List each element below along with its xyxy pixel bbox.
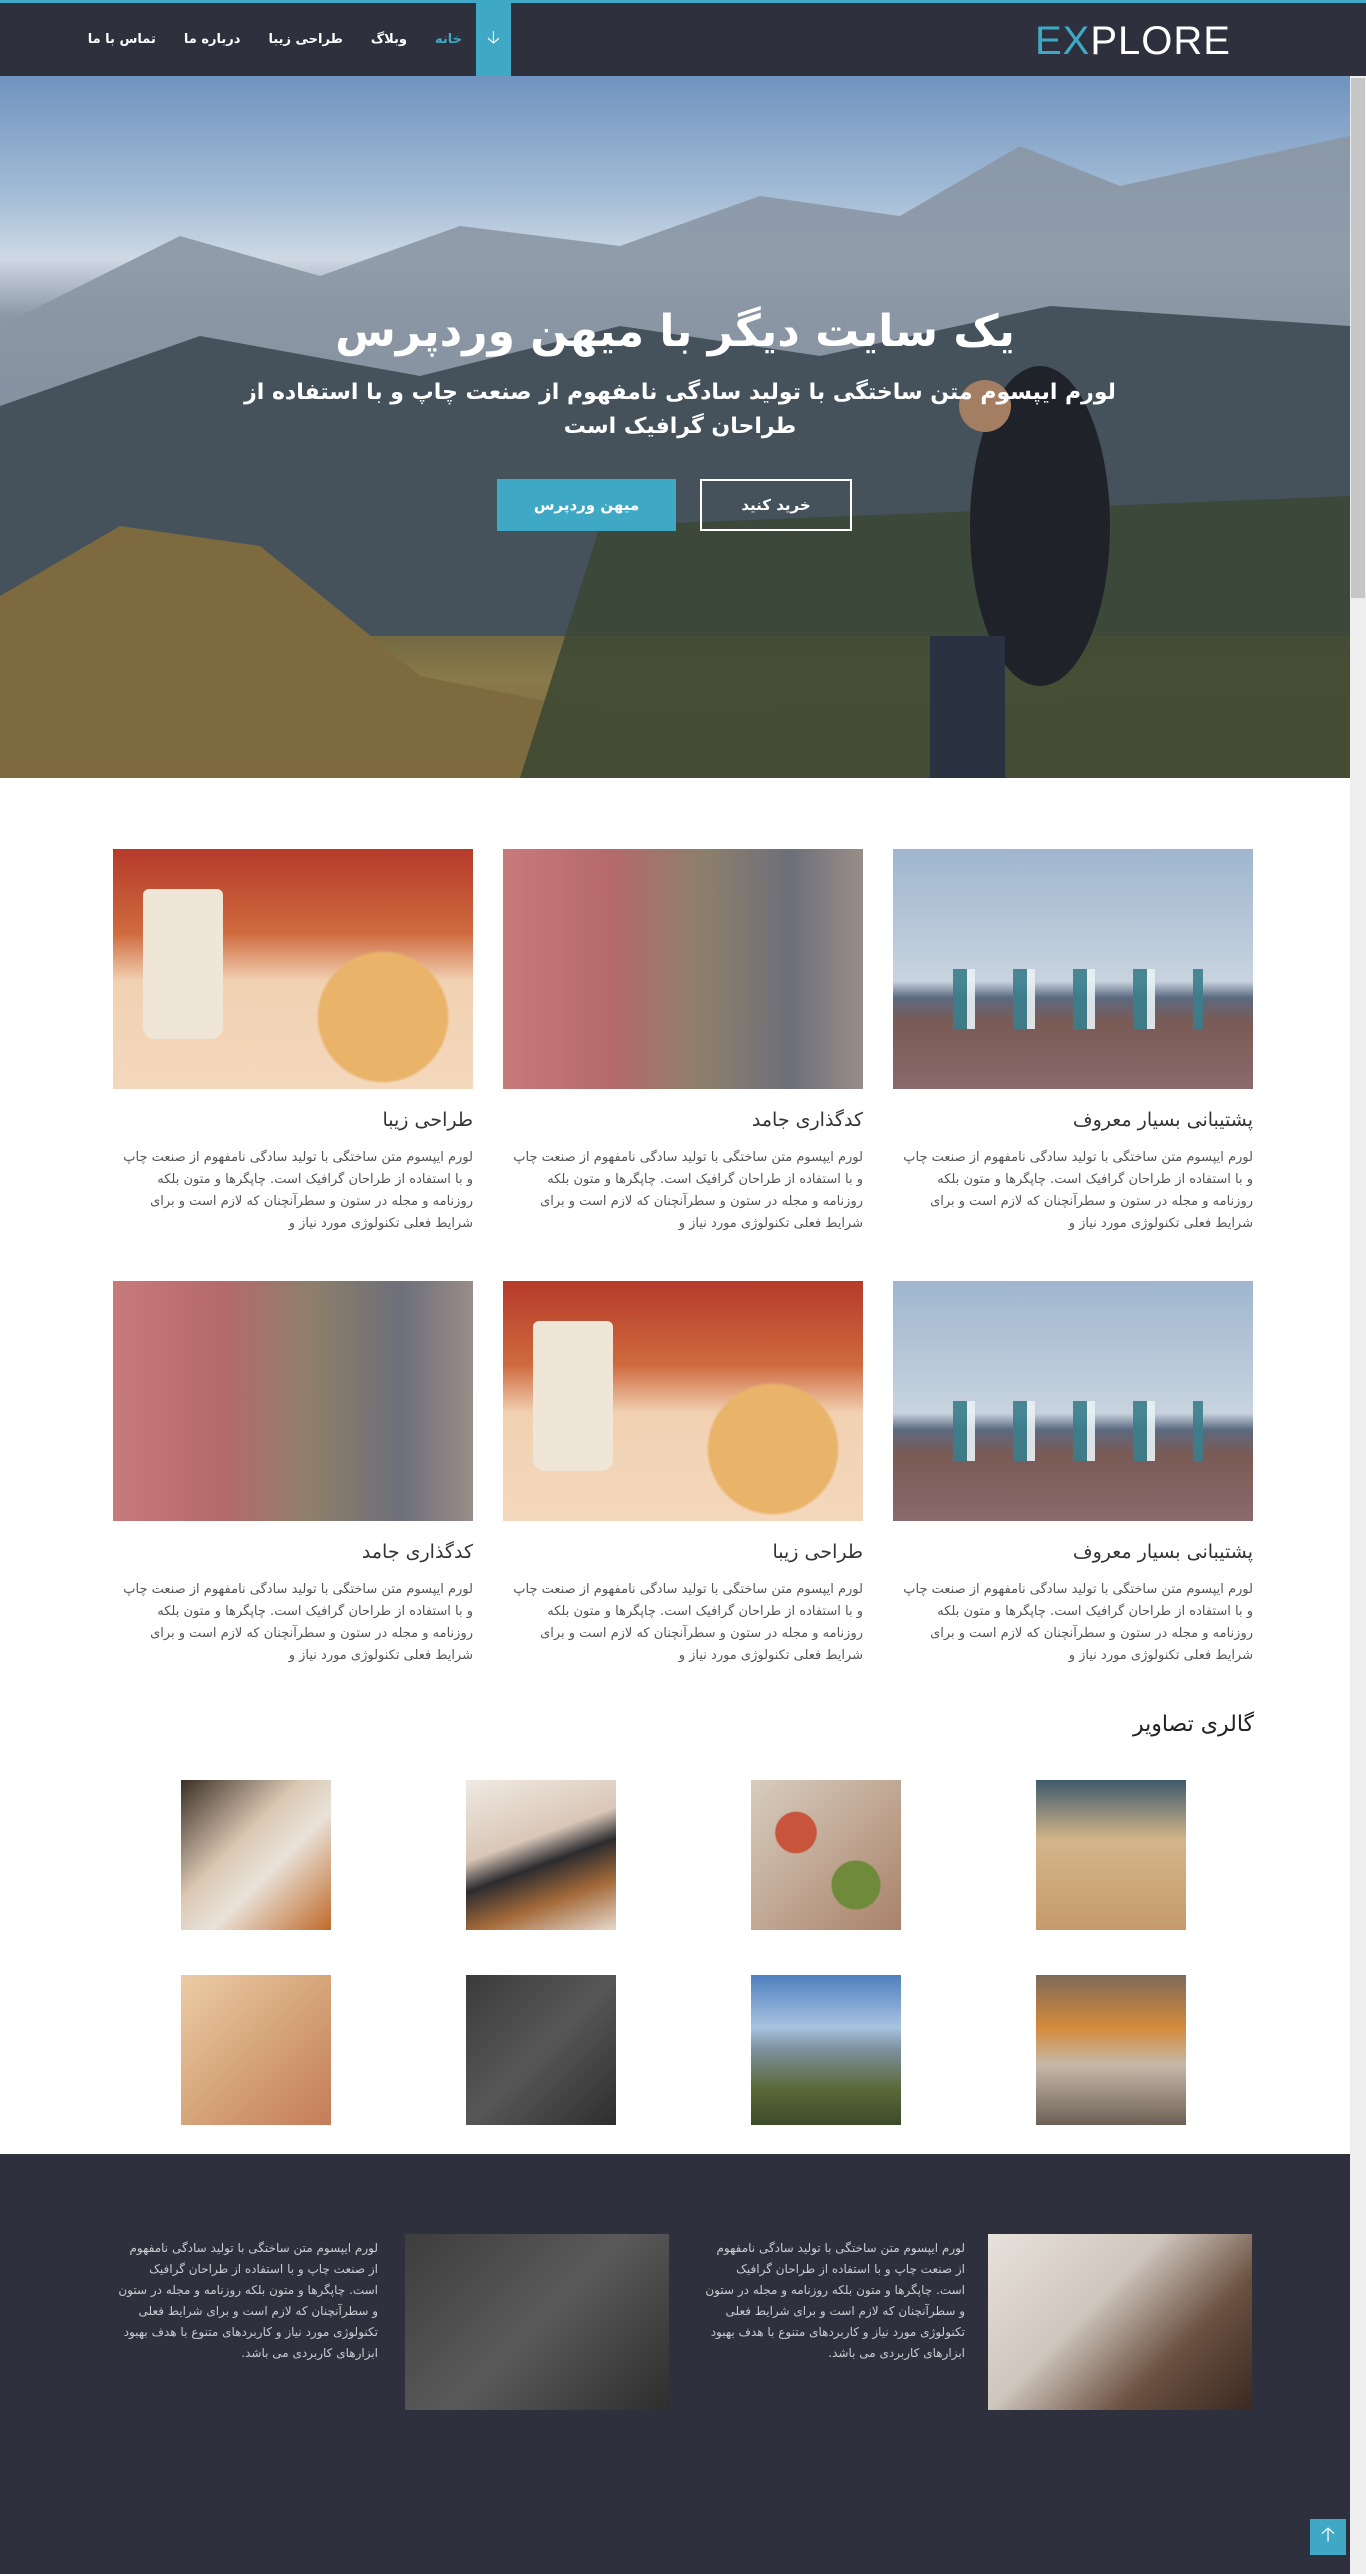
feature-card: کدگذاری جامد لورم ایپسوم متن ساختگی با ت… <box>503 849 863 1235</box>
main-nav: 🡣 خانه وبلاگ طراحی زیبا درباره ما تماس ب… <box>74 3 511 76</box>
nav-item-design[interactable]: طراحی زیبا <box>254 3 356 76</box>
hero-title: یک سایت دیگر با میهن وردپرس <box>335 306 1015 357</box>
gallery-image-painter[interactable] <box>1036 1975 1186 2125</box>
site-logo[interactable]: EXPLORE <box>1035 19 1231 64</box>
gallery-image-desk[interactable] <box>181 1780 331 1930</box>
feature-text: لورم ایپسوم متن ساختگی با تولید سادگی نا… <box>513 1582 863 1664</box>
hero-subtitle: لورم ایپسوم متن ساختگی با تولید سادگی نا… <box>244 380 1116 440</box>
feature-card: پشتیبانی بسیار معروف لورم ایپسوم متن ساخ… <box>893 849 1253 1235</box>
beach-chairs-image <box>893 1281 1253 1521</box>
nav-item-blog[interactable]: وبلاگ <box>357 3 421 76</box>
nav-item-contact[interactable]: تماس با ما <box>74 3 170 76</box>
milk-cookies-image <box>503 1281 863 1521</box>
gallery-image-food[interactable] <box>751 1780 901 1930</box>
feature-card: طراحی زیبا لورم ایپسوم متن ساختگی با تول… <box>113 849 473 1235</box>
feature-card: کدگذاری جامد لورم ایپسوم متن ساختگی با ت… <box>113 1281 473 1667</box>
milk-cookies-image <box>113 849 473 1089</box>
footer-text: لورم ایپسوم متن ساختگی با تولید سادگی نا… <box>705 2241 965 2360</box>
feature-text: لورم ایپسوم متن ساختگی با تولید سادگی نا… <box>123 1582 473 1664</box>
feature-card: پشتیبانی بسیار معروف لورم ایپسوم متن ساخ… <box>893 1281 1253 1667</box>
gallery-image-mountains[interactable] <box>751 1975 901 2125</box>
street-image <box>503 849 863 1089</box>
feature-text: لورم ایپسوم متن ساختگی با تولید سادگی نا… <box>903 1150 1253 1232</box>
top-navbar: EXPLORE 🡣 خانه وبلاگ طراحی زیبا درباره م… <box>0 0 1366 76</box>
scrollbar-thumb[interactable] <box>1351 78 1365 598</box>
feature-text: لورم ایپسوم متن ساختگی با تولید سادگی نا… <box>123 1150 473 1232</box>
feature-title[interactable]: پشتیبانی بسیار معروف <box>893 1541 1253 1563</box>
feature-title[interactable]: طراحی زیبا <box>113 1109 474 1131</box>
feature-title[interactable]: کدگذاری جامد <box>503 1109 863 1131</box>
footer-text: لورم ایپسوم متن ساختگی با تولید سادگی نا… <box>118 2241 378 2360</box>
feature-text: لورم ایپسوم متن ساختگی با تولید سادگی نا… <box>513 1150 863 1232</box>
feature-text: لورم ایپسوم متن ساختگی با تولید سادگی نا… <box>903 1582 1253 1664</box>
arrow-down-icon[interactable]: 🡣 <box>476 3 511 76</box>
gallery-title: گالری تصاویر <box>1132 1712 1254 1737</box>
gallery-image-wheat-girl[interactable] <box>1036 1780 1186 1930</box>
gallery-image-field[interactable] <box>181 1975 331 2125</box>
beach-chairs-image <box>893 849 1253 1089</box>
footer: لورم ایپسوم متن ساختگی با تولید سادگی نا… <box>0 2154 1350 2574</box>
feature-title[interactable]: طراحی زیبا <box>503 1541 864 1563</box>
nav-item-home[interactable]: خانه <box>421 3 476 76</box>
hero-banner: یک سایت دیگر با میهن وردپرس لورم ایپسوم … <box>0 76 1350 778</box>
nav-item-about[interactable]: درباره ما <box>170 3 255 76</box>
hero-secondary-button[interactable]: خرید کنید <box>700 479 852 531</box>
footer-image-old-man <box>988 2234 1252 2410</box>
feature-title[interactable]: پشتیبانی بسیار معروف <box>893 1109 1253 1131</box>
hero-primary-button[interactable]: میهن وردپرس <box>497 479 676 531</box>
gallery-image-laptop[interactable] <box>466 1780 616 1930</box>
feature-title[interactable]: کدگذاری جامد <box>113 1541 473 1563</box>
arrow-up-icon[interactable]: 🡡 <box>1310 2519 1346 2555</box>
gallery-image-phone[interactable] <box>466 1975 616 2125</box>
footer-image-phone <box>405 2234 669 2410</box>
feature-card: طراحی زیبا لورم ایپسوم متن ساختگی با تول… <box>503 1281 863 1667</box>
street-image <box>113 1281 473 1521</box>
